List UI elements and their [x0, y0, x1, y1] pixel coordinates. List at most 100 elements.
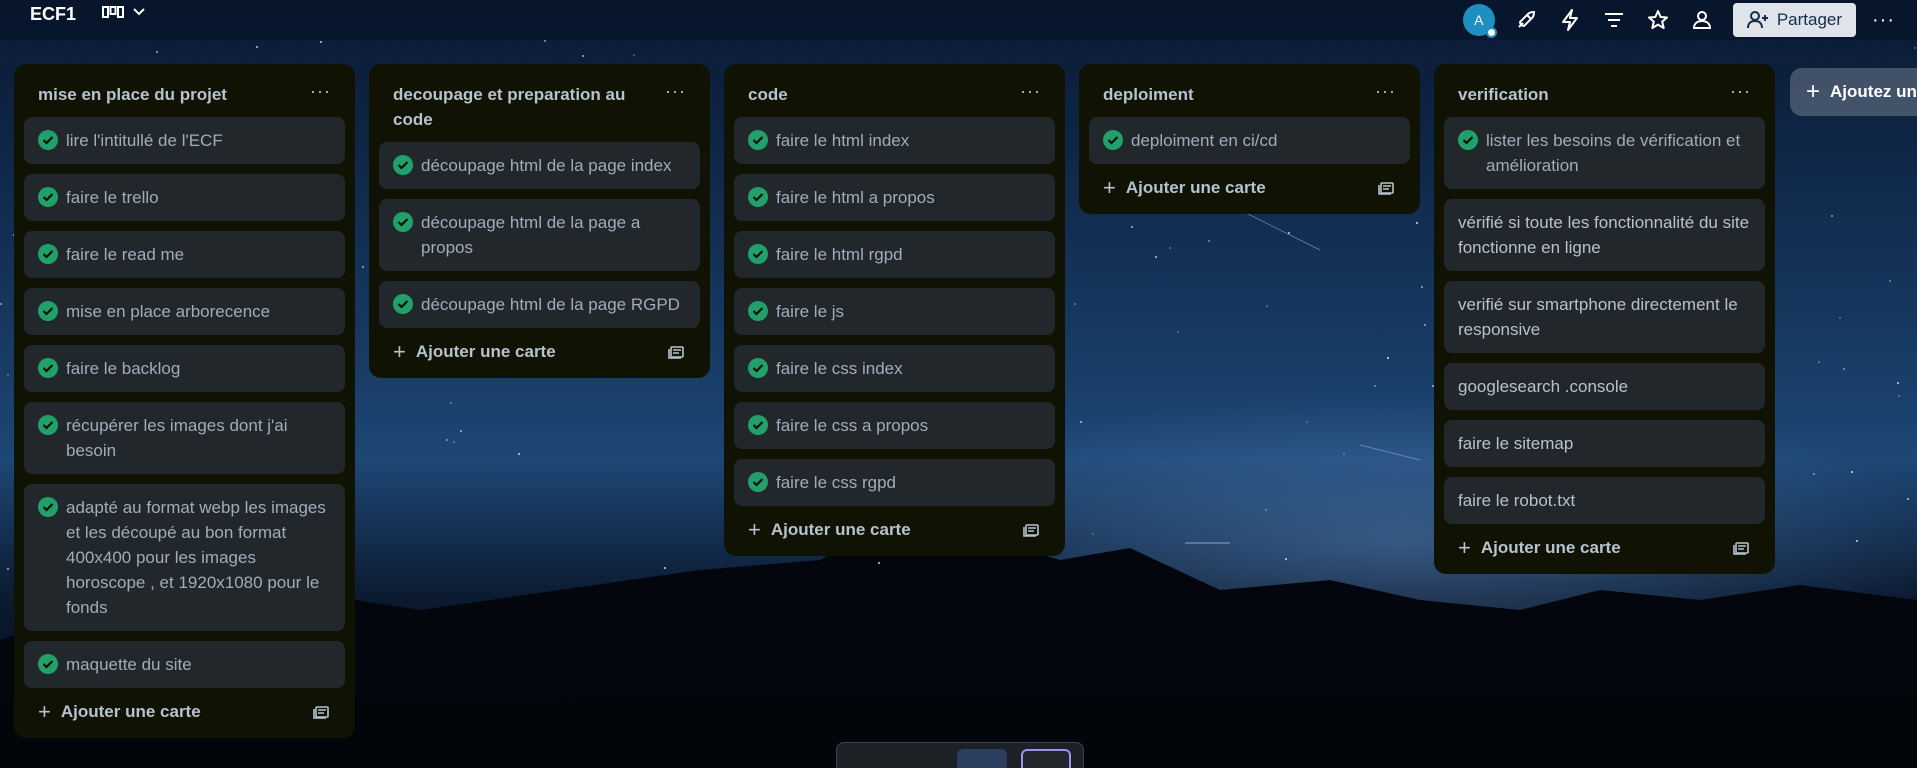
add-list-button[interactable]: + Ajoutez une autre liste — [1790, 68, 1917, 116]
add-card-button[interactable]: + Ajouter une carte — [1458, 537, 1621, 559]
checkmark-icon[interactable] — [748, 358, 768, 378]
card[interactable]: découpage html de la page RGPD — [379, 281, 700, 328]
share-button[interactable]: Partager — [1732, 3, 1857, 37]
add-card-label: Ajouter une carte — [1480, 538, 1621, 557]
list-menu-button[interactable]: ··· — [665, 82, 686, 100]
create-from-template-icon[interactable] — [668, 344, 686, 360]
card-title: découpage html de la page index — [421, 156, 672, 175]
checkmark-icon[interactable] — [38, 301, 58, 321]
card-title: faire le css a propos — [776, 416, 929, 435]
checkmark-icon[interactable] — [1458, 130, 1478, 150]
star-button[interactable] — [1645, 7, 1671, 33]
list-header: code ··· — [734, 64, 1055, 113]
card[interactable]: faire le trello — [24, 174, 345, 221]
list-menu-button[interactable]: ··· — [1020, 82, 1041, 100]
list-1: decoupage et preparation au code ··· déc… — [369, 64, 710, 378]
checkmark-icon[interactable] — [393, 155, 413, 175]
filter-button[interactable] — [1601, 7, 1627, 33]
create-from-template-icon[interactable] — [1733, 540, 1751, 556]
card[interactable]: faire le css rgpd — [734, 459, 1055, 506]
card[interactable]: deploiment en ci/cd — [1089, 117, 1410, 164]
list-menu-button[interactable]: ··· — [1730, 82, 1751, 100]
checkmark-icon[interactable] — [748, 187, 768, 207]
card-title: faire le sitemap — [1458, 434, 1574, 453]
create-from-template-icon[interactable] — [1023, 522, 1041, 538]
add-card-button[interactable]: + Ajouter une carte — [1103, 177, 1266, 199]
checkmark-icon[interactable] — [38, 415, 58, 435]
card[interactable]: faire le read me — [24, 231, 345, 278]
card[interactable]: découpage html de la page a propos — [379, 199, 700, 271]
checkmark-icon[interactable] — [38, 654, 58, 674]
card[interactable]: googlesearch .console — [1444, 363, 1765, 410]
automation-button[interactable] — [1557, 7, 1583, 33]
add-card-button[interactable]: + Ajouter une carte — [38, 701, 201, 723]
list-title[interactable]: deploiment — [1103, 82, 1194, 107]
card-title: mise en place arborecence — [66, 302, 271, 321]
list-title[interactable]: verification — [1458, 82, 1549, 107]
create-from-template-icon[interactable] — [313, 704, 331, 720]
card[interactable]: récupérer les images dont j'ai besoin — [24, 402, 345, 474]
add-member-icon — [1746, 11, 1768, 29]
list-title[interactable]: code — [748, 82, 788, 107]
card-title: récupérer les images dont j'ai besoin — [66, 416, 288, 460]
list-menu-button[interactable]: ··· — [1375, 82, 1396, 100]
card-title: faire le html index — [776, 131, 910, 150]
checkmark-icon[interactable] — [748, 244, 768, 264]
list-header: decoupage et preparation au code ··· — [379, 64, 700, 138]
card[interactable]: lire l'intitullé de l'ECF — [24, 117, 345, 164]
card[interactable]: adapté au format webp les images et les … — [24, 484, 345, 631]
switcher-inbox[interactable] — [957, 749, 1007, 768]
checkmark-icon[interactable] — [1103, 130, 1123, 150]
board-menu-button[interactable]: ··· — [1872, 9, 1895, 32]
card-list: lire l'intitullé de l'ECF faire le trell… — [24, 113, 345, 688]
card-title: découpage html de la page RGPD — [421, 295, 680, 314]
card[interactable]: maquette du site — [24, 641, 345, 688]
switcher-board[interactable] — [1021, 749, 1071, 768]
card[interactable]: faire le robot.txt — [1444, 477, 1765, 524]
list-0: mise en place du projet ··· lire l'intit… — [14, 64, 355, 738]
list-4: verification ··· lister les besoins de v… — [1434, 64, 1775, 574]
card[interactable]: faire le js — [734, 288, 1055, 335]
card[interactable]: faire le html a propos — [734, 174, 1055, 221]
list-title[interactable]: decoupage et preparation au code — [393, 82, 653, 132]
list-menu-button[interactable]: ··· — [310, 82, 331, 100]
checkmark-icon[interactable] — [748, 301, 768, 321]
card[interactable]: découpage html de la page index — [379, 142, 700, 189]
team-visibility-icon — [1692, 11, 1711, 29]
checkmark-icon[interactable] — [38, 244, 58, 264]
avatar-initial: A — [1474, 12, 1484, 28]
card[interactable]: faire le html index — [734, 117, 1055, 164]
checkmark-icon[interactable] — [38, 130, 58, 150]
checkmark-icon[interactable] — [748, 472, 768, 492]
card[interactable]: faire le backlog — [24, 345, 345, 392]
visibility-button[interactable] — [1689, 7, 1715, 33]
create-from-template-icon[interactable] — [1378, 180, 1396, 196]
checkmark-icon[interactable] — [748, 130, 768, 150]
list-title[interactable]: mise en place du projet — [38, 82, 227, 107]
checkmark-icon[interactable] — [38, 187, 58, 207]
card-title: maquette du site — [66, 655, 192, 674]
card[interactable]: lister les besoins de vérification et am… — [1444, 117, 1765, 189]
list-footer: + Ajouter une carte — [734, 506, 1055, 546]
card-title: faire le backlog — [66, 359, 181, 378]
checkmark-icon[interactable] — [393, 212, 413, 232]
card[interactable]: mise en place arborecence — [24, 288, 345, 335]
avatar[interactable]: A — [1462, 4, 1497, 38]
board-title[interactable]: ECF1 — [30, 4, 76, 25]
card[interactable]: faire le sitemap — [1444, 420, 1765, 467]
card[interactable]: verifié sur smartphone directement le re… — [1444, 281, 1765, 353]
checkmark-icon[interactable] — [393, 294, 413, 314]
card[interactable]: faire le html rgpd — [734, 231, 1055, 278]
checkmark-icon[interactable] — [38, 497, 58, 517]
checkmark-icon[interactable] — [38, 358, 58, 378]
view-switcher[interactable] — [102, 4, 146, 20]
plus-icon: + — [748, 517, 761, 542]
add-card-button[interactable]: + Ajouter une carte — [748, 517, 911, 542]
add-card-button[interactable]: + Ajouter une carte — [393, 341, 556, 363]
card[interactable]: faire le css a propos — [734, 402, 1055, 449]
card-title: faire le html a propos — [776, 188, 935, 207]
checkmark-icon[interactable] — [748, 415, 768, 435]
card[interactable]: vérifié si toute les fonctionnalité du s… — [1444, 199, 1765, 271]
power-ups-button[interactable] — [1513, 7, 1539, 33]
card[interactable]: faire le css index — [734, 345, 1055, 392]
